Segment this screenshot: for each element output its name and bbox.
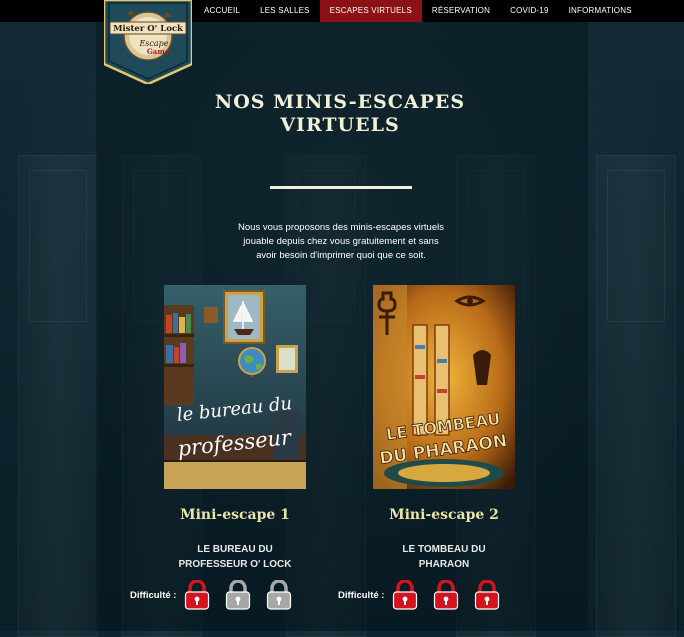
escape-name: LE BUREAU DU PROFESSEUR O' LOCK: [135, 542, 335, 572]
escape-heading[interactable]: Mini-escape 2: [344, 507, 544, 523]
escape-name-line1: LE TOMBEAU DU: [402, 544, 486, 555]
title-divider: [270, 186, 412, 189]
intro-line2: jouable depuis chez vous gratuitement et…: [243, 236, 439, 247]
escape-name: LE TOMBEAU DU PHARAON: [344, 542, 544, 572]
difficulty-rating: Difficulté :: [338, 580, 515, 610]
logo-text-line1: Mister O' Lock: [113, 24, 184, 34]
intro-line1: Nous vous proposons des minis-escapes vi…: [238, 222, 444, 233]
difficulty-label: Difficulté :: [338, 589, 385, 601]
cover-bureau-du-professeur[interactable]: le bureau du professeur: [164, 285, 306, 489]
intro-line3: avoir besoin d'imprimer quoi que ce soit…: [256, 250, 426, 261]
escape-name-line2: PHARAON: [418, 559, 470, 570]
lock-icon: [434, 580, 459, 610]
lock-icon: [393, 580, 418, 610]
site-logo[interactable]: Mister O' Lock Escape Game: [104, 0, 192, 84]
difficulty-rating: Difficulté :: [130, 580, 307, 610]
escape-name-line1: LE BUREAU DU: [197, 544, 273, 555]
difficulty-label: Difficulté :: [130, 589, 177, 601]
page-title-line2: VIRTUELS: [280, 114, 400, 136]
nav-item-accueil[interactable]: ACCUEIL: [194, 0, 250, 22]
lock-icon: [185, 580, 210, 610]
top-navbar: ACCUEIL LES SALLES ESCAPES VIRTUELS RÉSE…: [0, 0, 684, 22]
nav-item-informations[interactable]: INFORMATIONS: [559, 0, 642, 22]
escape-heading[interactable]: Mini-escape 1: [135, 507, 335, 523]
nav-item-escapes-virtuels[interactable]: ESCAPES VIRTUELS: [319, 0, 422, 22]
escape-name-line2: PROFESSEUR O' LOCK: [178, 559, 292, 570]
page-title-line1: NOS MINIS-ESCAPES: [214, 91, 466, 113]
background-door: [596, 155, 676, 637]
nav-item-les-salles[interactable]: LES SALLES: [250, 0, 320, 22]
page-title: NOS MINIS-ESCAPES VIRTUELS: [170, 91, 510, 137]
intro-text: Nous vous proposons des minis-escapes vi…: [206, 221, 476, 263]
nav-item-reservation[interactable]: RÉSERVATION: [422, 0, 500, 22]
nav-item-covid-19[interactable]: COVID-19: [500, 0, 559, 22]
lock-icon: [475, 580, 500, 610]
main-nav: ACCUEIL LES SALLES ESCAPES VIRTUELS RÉSE…: [194, 0, 642, 22]
lock-icon: [267, 580, 292, 610]
cover-tombeau-du-pharaon[interactable]: LE TOMBEAU DU PHARAON: [373, 285, 515, 489]
background-door: [18, 155, 98, 637]
lock-icon: [226, 580, 251, 610]
logo-text-line3: Game: [147, 47, 170, 56]
